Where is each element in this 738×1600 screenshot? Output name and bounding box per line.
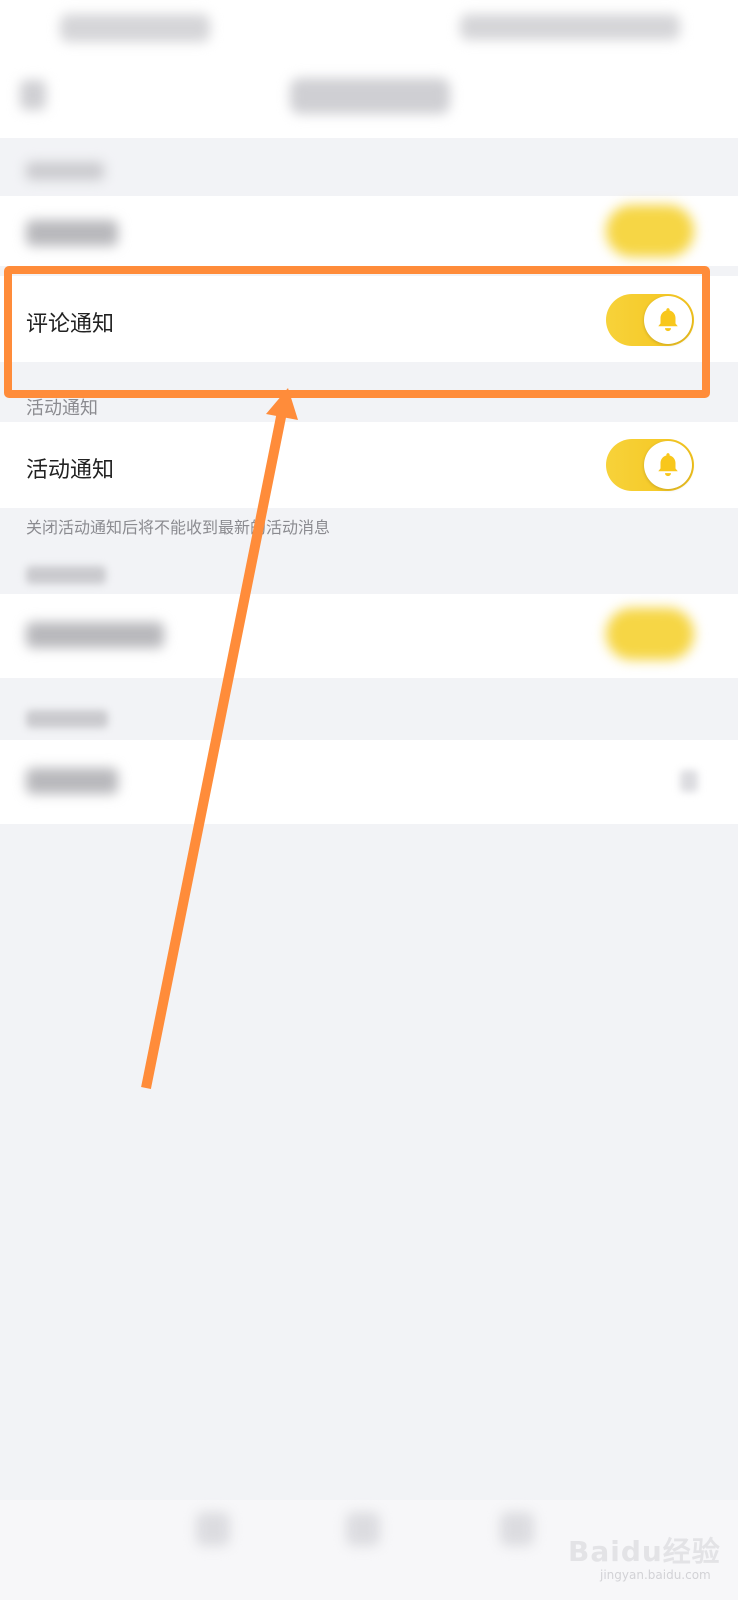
arrow-head (266, 388, 298, 420)
annotation-arrow (141, 388, 298, 1089)
